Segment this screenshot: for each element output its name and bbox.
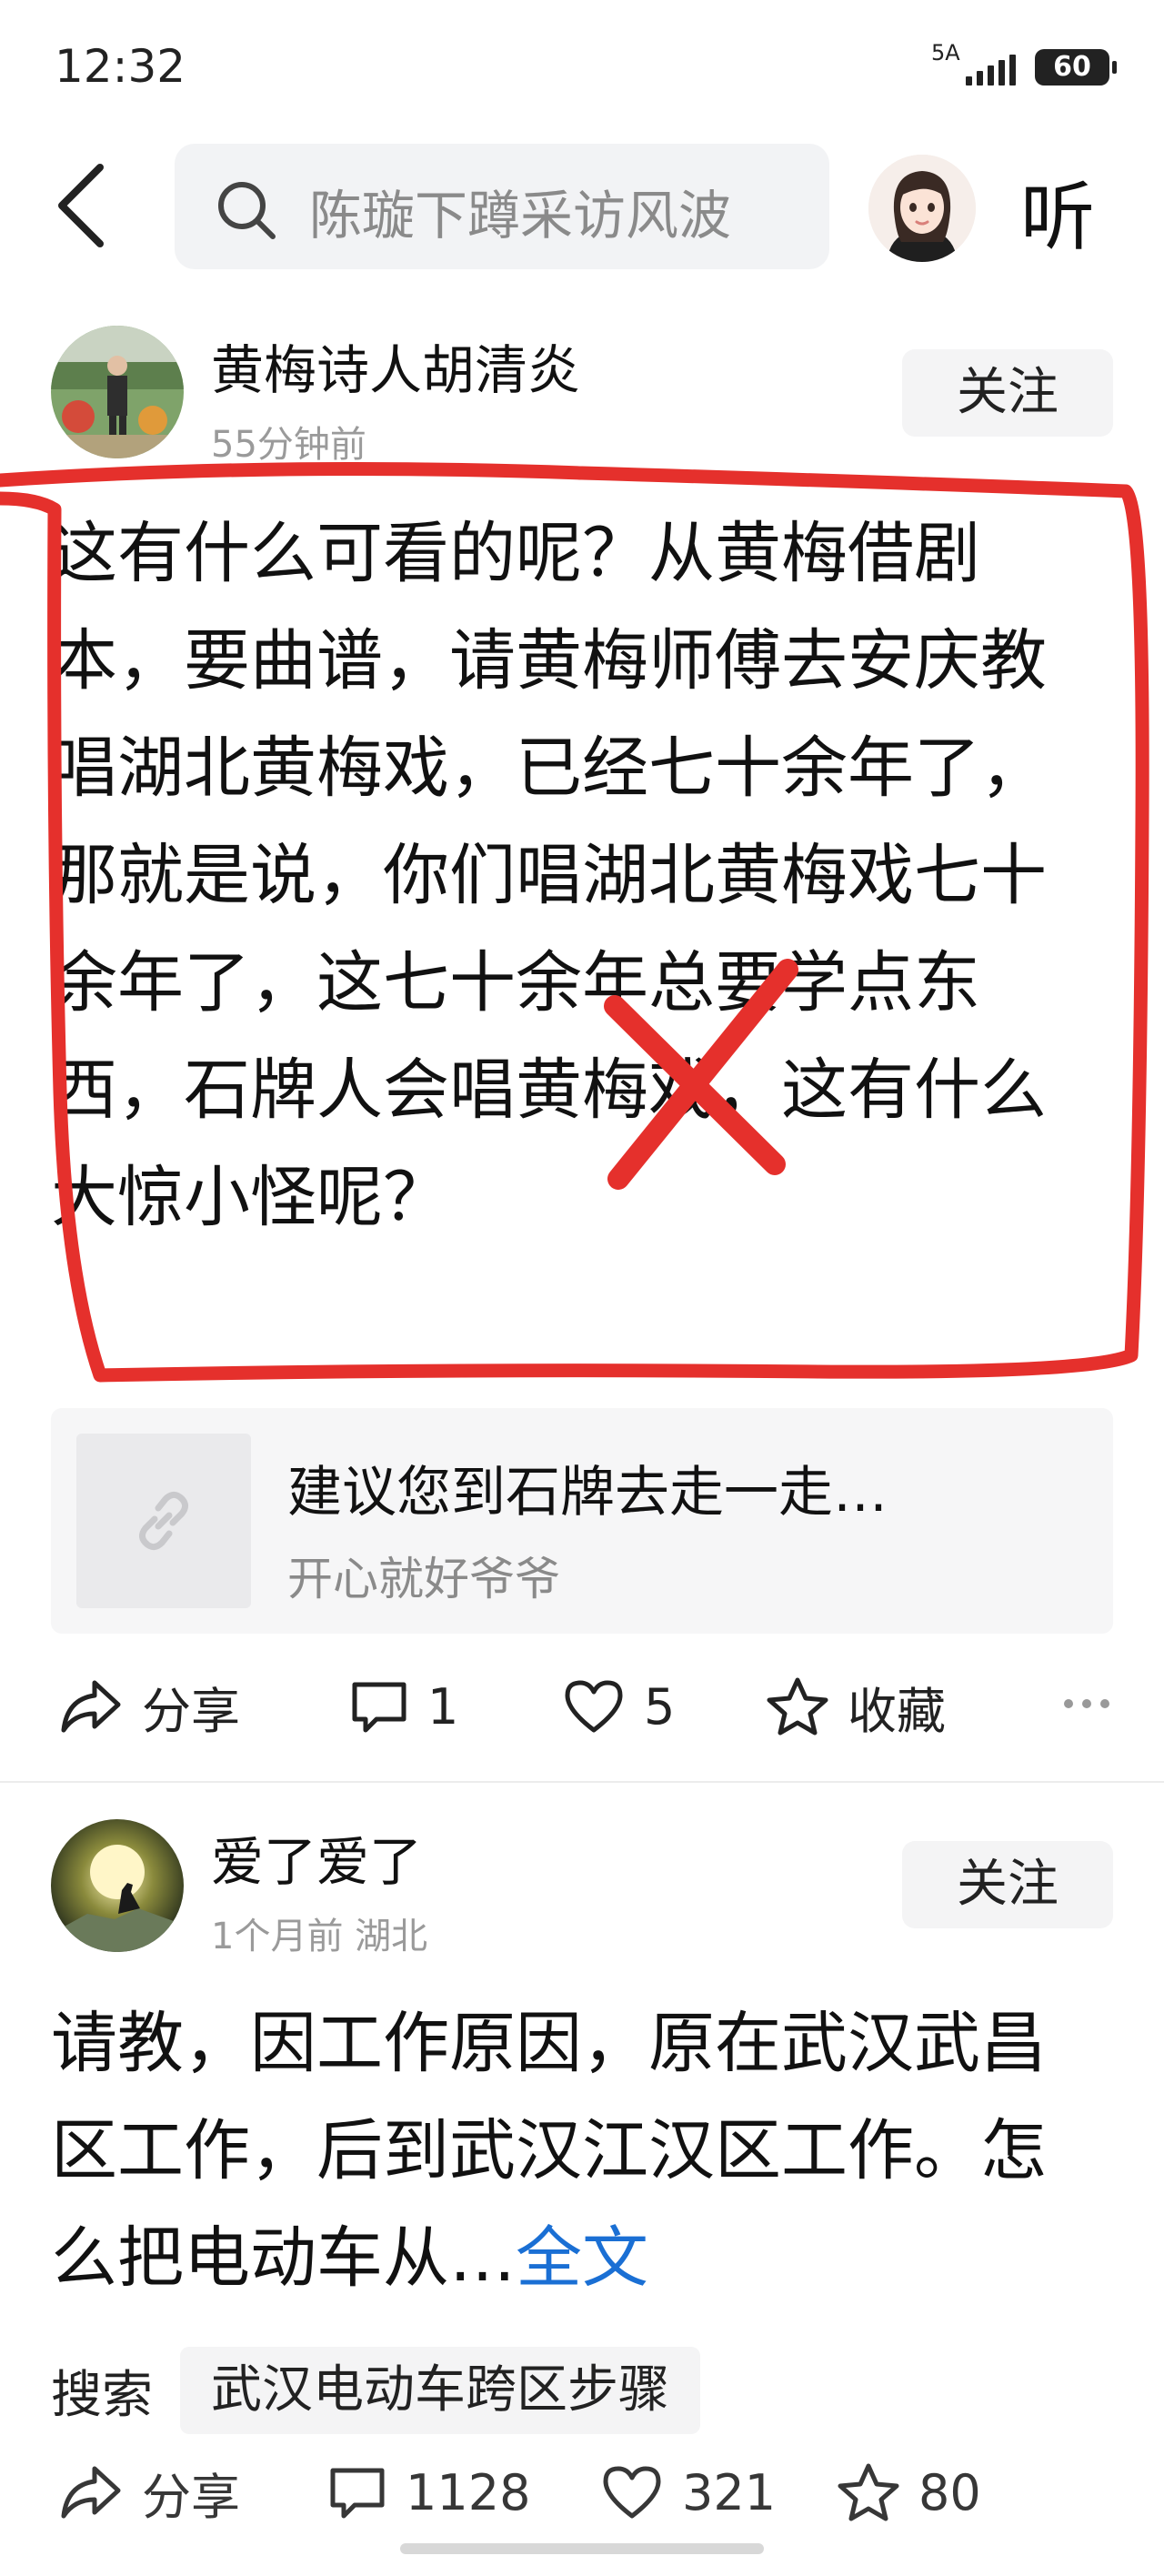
avatar-wolf-moon-icon: [51, 1819, 184, 1952]
author-avatar[interactable]: [51, 1819, 184, 1952]
share-button[interactable]: 分享: [58, 2456, 240, 2538]
action-bar: 分享 1128 321 80: [0, 2456, 1164, 2538]
star-icon: [838, 2463, 899, 2521]
related-search: 搜索 武汉电动车跨区步骤: [51, 2343, 700, 2438]
favorite-button[interactable]: 80: [837, 2456, 981, 2538]
post-time: 1个月前 湖北: [211, 1916, 428, 1957]
comment-icon: [330, 2468, 385, 2519]
comment-button[interactable]: 1128: [327, 2456, 530, 2538]
comment-count: 1128: [406, 2463, 531, 2521]
search-chip[interactable]: 武汉电动车跨区步骤: [180, 2347, 700, 2434]
full-text-link[interactable]: 全文: [516, 2219, 648, 2297]
favorite-count: 80: [918, 2463, 981, 2521]
like-count: 321: [682, 2463, 777, 2521]
like-button[interactable]: 321: [600, 2456, 776, 2538]
home-indicator[interactable]: [400, 2543, 764, 2554]
share-label: 分享: [142, 2468, 240, 2526]
post-body[interactable]: 请教，因工作原因，原在武汉武昌区工作，后到武汉江汉区工作。怎么把电动车从…全文: [51, 1990, 1106, 2312]
heart-icon: [603, 2466, 661, 2519]
search-label: 搜索: [51, 2365, 153, 2425]
share-icon: [61, 2466, 121, 2519]
author-name[interactable]: 爱了爱了: [211, 1819, 422, 1896]
post-card: 爱了爱了 1个月前 湖北 关注 请教，因工作原因，原在武汉武昌区工作，后到武汉江…: [0, 0, 1164, 2576]
follow-button[interactable]: 关注: [902, 1841, 1113, 1928]
